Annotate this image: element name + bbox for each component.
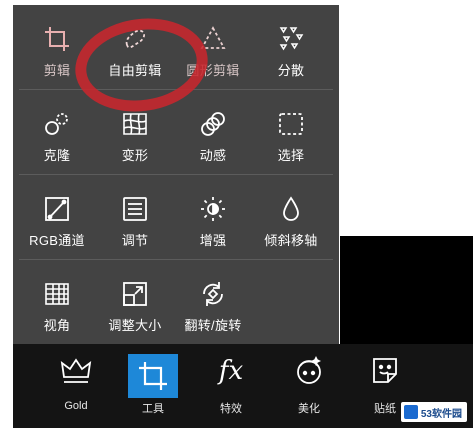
tool-warp[interactable]: 变形 [91, 90, 179, 174]
resize-icon [123, 282, 147, 306]
tool-enhance[interactable]: 增强 [169, 175, 257, 259]
tool-label: 调节 [121, 233, 149, 248]
clone-icon [45, 113, 68, 135]
background-black-area [340, 236, 473, 344]
tool-select[interactable]: 选择 [247, 90, 335, 174]
tab-beautify[interactable]: 美化 [283, 354, 335, 418]
active-tab-highlight [128, 354, 178, 398]
tilt-shift-icon [283, 196, 299, 221]
tool-label: 分散 [277, 63, 305, 78]
fx-icon: fx [218, 356, 244, 386]
tool-label: 选择 [277, 148, 305, 163]
tool-rgb-channel[interactable]: RGB通道 [13, 175, 101, 259]
tool-label: 动感 [199, 148, 227, 163]
bottom-tab-bar: Gold 工具 fx 特效 美化 贴纸 53软件园 [13, 344, 473, 428]
watermark-logo-icon [403, 405, 418, 419]
tool-perspective[interactable]: 视角 [13, 260, 101, 344]
tool-label: RGB通道 [29, 233, 85, 248]
flip-rotate-icon [203, 282, 223, 306]
tab-tools[interactable]: 工具 [127, 354, 179, 418]
tool-disperse[interactable]: 分散 [247, 5, 335, 89]
tool-label: 自由剪辑 [108, 63, 162, 78]
tab-label: 贴纸 [374, 403, 396, 415]
site-watermark: 53软件园 [400, 402, 467, 422]
face-beautify-icon [297, 355, 322, 384]
crop-icon [45, 27, 69, 51]
tab-label: Gold [64, 400, 88, 412]
tab-label: 工具 [142, 403, 164, 415]
tool-label: 倾斜移轴 [264, 233, 318, 248]
tool-label: 视角 [43, 318, 71, 333]
perspective-icon [45, 283, 69, 305]
tool-flip-rotate[interactable]: 翻转/旋转 [169, 260, 257, 344]
crown-icon [60, 358, 92, 383]
tool-tilt-shift[interactable]: 倾斜移轴 [247, 175, 335, 259]
tool-row-4: 视角 调整大小 翻转/旋转 [13, 260, 339, 344]
tool-motion[interactable]: 动感 [169, 90, 257, 174]
tool-menu-panel: 剪辑 自由剪辑 圆形剪辑 分散 克隆 变形 动感 选择 RGB通道 调节 增强 … [13, 5, 339, 344]
tab-label: 美化 [298, 403, 320, 415]
tool-label: 翻转/旋转 [184, 318, 242, 333]
tool-resize[interactable]: 调整大小 [91, 260, 179, 344]
tool-row-2: 克隆 变形 动感 选择 [13, 90, 339, 174]
tool-free-crop[interactable]: 自由剪辑 [91, 5, 179, 89]
warp-icon [123, 113, 147, 135]
freeform-cut-icon [125, 29, 145, 49]
tool-label: 增强 [199, 233, 227, 248]
rgb-channel-icon [45, 197, 69, 221]
adjust-icon [123, 197, 147, 221]
tool-row-3: RGB通道 调节 增强 倾斜移轴 [13, 175, 339, 259]
tool-label: 剪辑 [43, 63, 71, 78]
tool-row-1: 剪辑 自由剪辑 圆形剪辑 分散 [13, 5, 339, 89]
enhance-icon [201, 197, 225, 221]
shape-cut-icon [200, 26, 226, 49]
tool-label: 变形 [121, 148, 149, 163]
tool-adjust[interactable]: 调节 [91, 175, 179, 259]
watermark-text: 53软件园 [420, 408, 462, 420]
tool-clone[interactable]: 克隆 [13, 90, 101, 174]
tool-shape-crop[interactable]: 圆形剪辑 [169, 5, 257, 89]
crop-icon [139, 362, 167, 390]
motion-icon [201, 112, 225, 136]
tab-label: 特效 [220, 403, 242, 415]
tab-gold[interactable]: Gold [50, 354, 102, 418]
tab-effects[interactable]: fx 特效 [205, 354, 257, 418]
select-icon [279, 113, 303, 135]
tool-label: 圆形剪辑 [186, 63, 240, 78]
tool-label: 克隆 [43, 148, 71, 163]
tool-crop[interactable]: 剪辑 [13, 5, 101, 89]
tool-label: 调整大小 [108, 318, 162, 333]
sticker-icon [373, 358, 397, 383]
disperse-icon [279, 27, 304, 51]
